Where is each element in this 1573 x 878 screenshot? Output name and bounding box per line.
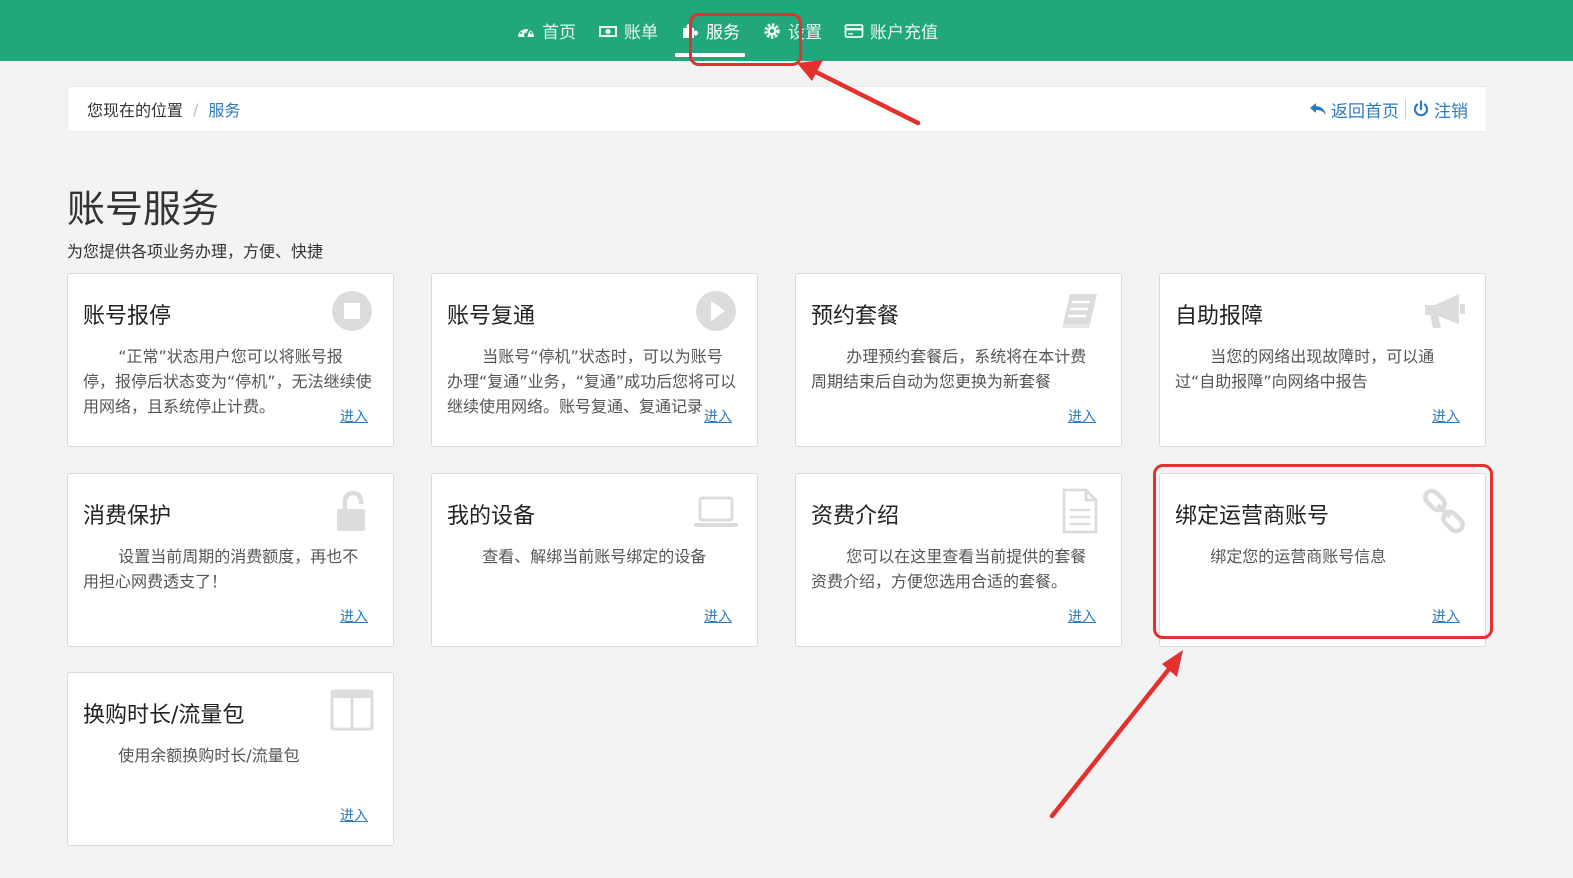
enter-link[interactable]: 进入: [1064, 406, 1096, 426]
breadcrumb-divider: [1405, 99, 1406, 119]
enter-link[interactable]: 进入: [700, 406, 732, 426]
card-title: 换购时长/流量包: [83, 703, 245, 728]
money-icon: [598, 22, 618, 40]
dashboard-icon: [516, 22, 536, 40]
enter-link[interactable]: 进入: [700, 606, 732, 626]
logout-link-label: 注销: [1434, 101, 1468, 122]
breadcrumb-prefix: 您现在的位置: [87, 101, 184, 120]
card-title: 我的设备: [447, 504, 536, 529]
card-title: 资费介绍: [811, 504, 900, 529]
card-title: 绑定运营商账号: [1175, 504, 1330, 529]
service-card-spending-protection[interactable]: 消费保护 设置当前周期的消费额度，再也不用担心网费透支了！ 进入: [67, 473, 394, 647]
top-navbar: 首页 账单 服务 设置 账户充值: [0, 0, 1573, 61]
document-icon: [1057, 488, 1103, 534]
reply-icon: [1310, 103, 1326, 115]
credit-card-icon: [844, 22, 864, 40]
page-title: 账号服务: [67, 187, 220, 231]
nav-item-bill[interactable]: 账单: [587, 0, 669, 61]
annotation-arrow-bottom: [1049, 650, 1183, 819]
unlock-icon: [329, 488, 375, 534]
home-link[interactable]: 返回首页: [1309, 97, 1399, 122]
service-card-tariff-intro[interactable]: 资费介绍 您可以在这里查看当前提供的套餐资费介绍，方便您选用合适的套餐。 进入: [795, 473, 1122, 647]
service-card-fault-report[interactable]: 自助报障 当您的网络出现故障时，可以通过“自助报障”向网络中报告 进入: [1159, 273, 1486, 447]
enter-link[interactable]: 进入: [336, 805, 368, 825]
card-title: 账号复通: [447, 304, 536, 329]
service-card-suspend[interactable]: 账号报停 “正常”状态用户您可以将账号报停，报停后状态变为“停机”，无法继续使用…: [67, 273, 394, 447]
nav-label-bill: 账单: [624, 23, 658, 43]
nav-label-service: 服务: [706, 23, 740, 43]
nav-label-home: 首页: [542, 23, 576, 43]
main-nav: 首页 账单 服务 设置 账户充值: [505, 0, 949, 61]
breadcrumb-actions: 返回首页 注销: [1309, 87, 1468, 131]
service-card-exchange-package[interactable]: 换购时长/流量包 使用余额换购时长/流量包 进入: [67, 672, 394, 846]
nav-label-recharge: 账户充值: [870, 23, 938, 43]
nav-label-settings: 设置: [788, 23, 822, 43]
link-icon: [1421, 488, 1467, 534]
card-description: 当您的网络出现故障时，可以通过“自助报障”向网络中报告: [1175, 347, 1435, 391]
card-description: 办理预约套餐后，系统将在本计费周期结束后自动为您更换为新套餐: [811, 347, 1087, 391]
power-icon: [1413, 100, 1429, 117]
card-description: 使用余额换购时长/流量包: [118, 746, 300, 765]
service-card-reserve-plan[interactable]: 预约套餐 办理预约套餐后，系统将在本计费周期结束后自动为您更换为新套餐 进入: [795, 273, 1122, 447]
service-card-my-devices[interactable]: 我的设备 查看、解绑当前账号绑定的设备 进入: [431, 473, 758, 647]
gear-icon: [762, 22, 782, 40]
nav-item-home[interactable]: 首页: [505, 0, 587, 61]
enter-link[interactable]: 进入: [336, 606, 368, 626]
enter-link[interactable]: 进入: [1428, 606, 1460, 626]
megaphone-icon: [1421, 288, 1467, 334]
card-description: 查看、解绑当前账号绑定的设备: [482, 547, 707, 566]
service-card-resume[interactable]: 账号复通 当账号“停机”状态时，可以为账号办理“复通”业务，“复通”成功后您将可…: [431, 273, 758, 447]
laptop-icon: [693, 488, 739, 534]
book-icon: [1057, 288, 1103, 334]
columns-icon: [329, 687, 375, 733]
play-circle-icon: [693, 288, 739, 334]
home-link-label: 返回首页: [1331, 101, 1399, 122]
card-description: 当账号“停机”状态时，可以为账号办理“复通”业务，“复通”成功后您将可以继续使用…: [447, 347, 737, 416]
card-description: 设置当前周期的消费额度，再也不用担心网费透支了！: [83, 547, 359, 591]
service-card-bind-carrier[interactable]: 绑定运营商账号 绑定您的运营商账号信息 进入: [1159, 473, 1486, 647]
card-title: 自助报障: [1175, 304, 1264, 329]
breadcrumb-current[interactable]: 服务: [208, 97, 240, 121]
card-title: 账号报停: [83, 304, 172, 329]
breadcrumb-separator: /: [193, 99, 199, 119]
logout-link[interactable]: 注销: [1412, 97, 1468, 122]
breadcrumb: 您现在的位置 / 服务 返回首页 注销: [67, 86, 1487, 132]
page-subtitle: 为您提供各项业务办理，方便、快捷: [67, 242, 324, 261]
puzzle-icon: [680, 22, 700, 40]
card-description: 绑定您的运营商账号信息: [1210, 547, 1387, 566]
enter-link[interactable]: 进入: [1428, 406, 1460, 426]
card-title: 消费保护: [83, 504, 172, 529]
enter-link[interactable]: 进入: [336, 406, 368, 426]
nav-item-recharge[interactable]: 账户充值: [833, 0, 949, 61]
card-description: 您可以在这里查看当前提供的套餐资费介绍，方便您选用合适的套餐。: [811, 547, 1087, 591]
card-description: “正常”状态用户您可以将账号报停，报停后状态变为“停机”，无法继续使用网络，且系…: [83, 347, 372, 416]
card-title: 预约套餐: [811, 304, 900, 329]
nav-item-settings[interactable]: 设置: [751, 0, 833, 61]
enter-link[interactable]: 进入: [1064, 606, 1096, 626]
nav-item-service[interactable]: 服务: [669, 0, 751, 61]
stop-circle-icon: [329, 288, 375, 334]
